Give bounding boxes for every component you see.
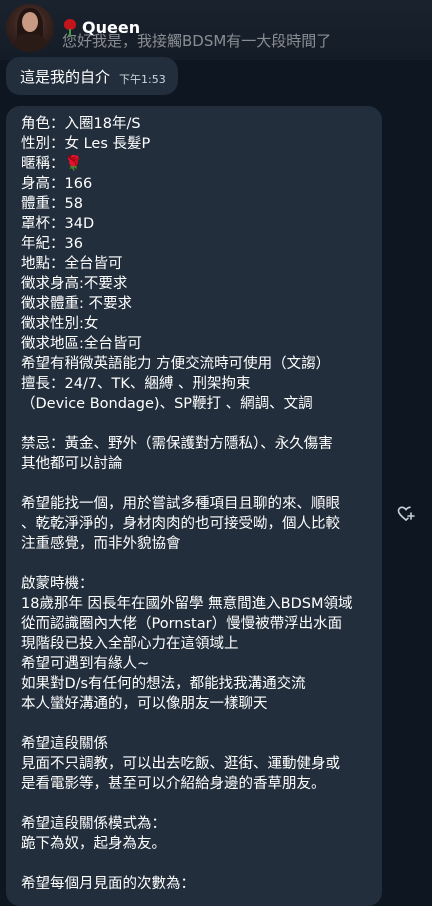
profile-line: 希望這段關係 [21,736,108,752]
profile-line: 身高：166 [21,176,93,192]
profile-line: 現階段已投入全部心力在這領域上 [21,636,239,652]
profile-line: 體重：58 [21,196,83,212]
sender-label[interactable]: Queen [62,18,140,37]
profile-message-bubble[interactable]: 角色：入圈18年/S 性別：女 Les 長髮P 暱稱：🌹 身高：166 體重：58 罩杯：… [6,106,382,906]
profile-line: 希望能找一個，用於嘗試多種項目且聊的來、順眼 [21,496,340,512]
profile-line: 18歲那年 因長年在國外留學 無意間進入BDSM領域 [21,596,353,612]
intro-message-text: 這是我的自介 [20,68,111,86]
profile-line: 徵求體重: 不要求 [21,296,132,312]
profile-line [21,474,377,494]
profile-line [21,714,377,734]
profile-line [21,794,377,814]
profile-line: 本人蠻好溝通的，可以像朋友一樣聊天 [21,696,268,712]
profile-line: 希望有稍微英語能力 方便交流時可使用（文謅） [21,356,331,372]
profile-line: 性別：女 Les 長髮P [21,136,151,152]
profile-line: 角色：入圈18年/S [21,116,141,132]
profile-line: 注重感覺，而非外貌協會 [21,536,181,552]
profile-line: 年紀：36 [21,236,83,252]
heart-plus-icon[interactable] [397,505,415,523]
profile-line: 從而認識圈內大佬（Pornstar）慢慢被帶浮出水面 [21,616,343,632]
rose-icon [62,18,78,37]
profile-line: 見面不只調教，可以出去吃飯、逛街、運動健身或 [21,756,340,772]
profile-line: 跪下為奴，起身為友。 [21,836,166,852]
profile-line: 地點：全台皆可 [21,256,123,272]
chat-header: 您好我是，我接觸BDSM有一大段時間了 Queen [0,0,432,60]
avatar-body [14,34,46,52]
profile-line [21,854,377,874]
profile-line: 希望每個月見面的次數為： [21,876,195,892]
profile-line: 禁忌：黃金、野外（需保護對方隱私）、永久傷害 [21,436,333,452]
intro-message-bubble[interactable]: 這是我的自介 下午1:53 [6,57,178,95]
profile-line: 希望這段關係模式為： [21,816,166,832]
profile-line: 其他都可以討論 [21,456,123,472]
sender-avatar[interactable] [6,4,54,52]
profile-line: 、乾乾淨淨的，身材肉肉的也可接受呦，個人比較 [21,516,340,532]
profile-line: 徵求地區:全台皆可 [21,336,142,352]
message-timestamp: 下午1:53 [119,73,166,86]
profile-message-text: 角色：入圈18年/S 性別：女 Les 長髮P 暱稱：🌹 身高：166 體重：58 罩杯：… [21,114,377,894]
profile-line [21,414,377,434]
profile-line: 徵求性別:女 [21,316,99,332]
profile-line: 啟蒙時機： [21,576,94,592]
profile-line: 徵求身高:不要求 [21,276,128,292]
profile-line: 希望可遇到有緣人~ [21,656,150,672]
profile-line: 擅長：24/7、TK、綑縛 、刑架拘束 [21,376,251,392]
profile-line: 罩杯：34D [21,216,95,232]
profile-line: （Device Bondage)、SP鞭打 、網調、文調 [21,396,313,412]
profile-line [21,554,377,574]
avatar-face [22,12,38,32]
profile-line: 如果對D/s有任何的想法，都能找我溝通交流 [21,676,306,692]
profile-line: 是看電影等，甚至可以介紹給身邊的香草朋友。 [21,776,326,792]
profile-line: 暱稱：🌹 [21,156,83,172]
sender-name: Queen [82,18,141,37]
